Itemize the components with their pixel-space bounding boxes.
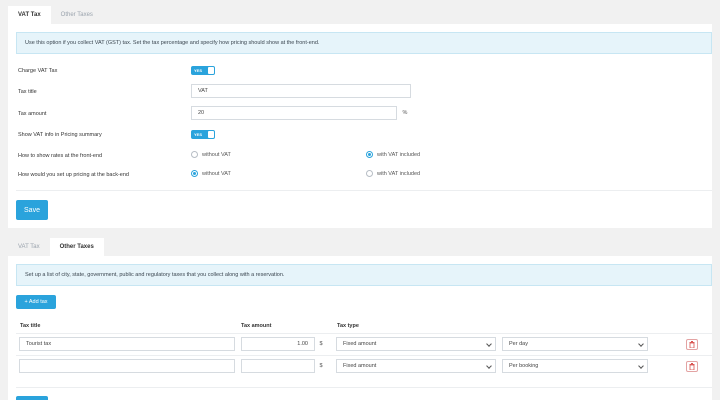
tax-row-amount-input[interactable]: 1.00 [241,337,315,351]
show-vat-info-toggle-text: YES [194,132,203,137]
tax-amount-input[interactable]: 20 [191,106,397,120]
table-header-divider [16,333,712,334]
tax-title-input[interactable]: VAT [191,84,411,98]
radio-button-checked[interactable] [366,151,373,158]
divider [16,190,712,191]
front-end-label: How to show rates at the front-end [18,153,103,159]
tax-type-value: Fixed amount [343,341,377,347]
chevron-down-icon [486,341,492,347]
tax-period-value: Per booking [509,363,539,369]
tab-vat-tax[interactable]: VAT Tax [8,6,51,24]
trash-icon [689,341,695,348]
column-tax-title: Tax title [20,323,41,329]
add-tax-button[interactable]: + Add tax [16,295,56,309]
tax-row-title-input[interactable] [19,359,235,373]
show-vat-info-toggle[interactable]: YES [191,130,215,139]
delete-tax-button[interactable] [686,339,698,350]
column-tax-amount: Tax amount [241,323,272,329]
back-end-label: How would you set up pricing at the back… [18,172,129,178]
tax-type-value: Fixed amount [343,363,377,369]
front-end-option-with-vat[interactable]: with VAT included [366,151,420,158]
back-end-option-without-vat[interactable]: without VAT [191,170,231,177]
tax-amount-label: Tax amount [18,111,47,117]
radio-label: with VAT included [377,151,421,158]
charge-vat-toggle[interactable]: YES [191,66,215,75]
tax-row-title-input[interactable]: Tourist tax [19,337,235,351]
chevron-down-icon [638,341,644,347]
charge-vat-label: Charge VAT Tax [18,68,58,74]
save-button-partial[interactable] [16,396,48,400]
radio-button-checked[interactable] [191,170,198,177]
radio-label: without VAT [202,151,231,158]
toggle-knob [208,131,214,138]
tab-other-taxes[interactable]: Other Taxes [49,238,104,256]
radio-button[interactable] [191,151,198,158]
other-taxes-panel: Set up a list of city, state, government… [8,256,712,400]
toggle-knob [208,67,214,74]
tab-other-taxes[interactable]: Other Taxes [51,6,103,24]
radio-label: without VAT [202,170,231,177]
back-end-option-with-vat[interactable]: with VAT included [366,170,420,177]
tax-type-select[interactable]: Fixed amount [336,359,496,373]
row-divider [16,387,712,388]
tax-period-value: Per day [509,341,528,347]
save-button[interactable]: Save [16,200,48,220]
tab-vat-tax[interactable]: VAT Tax [8,238,50,256]
currency-suffix: $ [319,363,323,369]
chevron-down-icon [486,363,492,369]
radio-label: with VAT included [377,170,421,177]
other-tabs: VAT Tax Other Taxes [8,238,104,256]
vat-panel: Use this option if you collect VAT (GST)… [8,24,712,228]
column-tax-type: Tax type [337,323,359,329]
tax-period-select[interactable]: Per day [502,337,648,351]
charge-vat-toggle-text: YES [194,68,203,73]
currency-suffix: $ [319,341,323,347]
vat-info-box: Use this option if you collect VAT (GST)… [16,32,712,54]
tax-period-select[interactable]: Per booking [502,359,648,373]
front-end-option-without-vat[interactable]: without VAT [191,151,231,158]
radio-button[interactable] [366,170,373,177]
show-vat-info-label: Show VAT info in Pricing summary [18,132,102,138]
other-taxes-info-box: Set up a list of city, state, government… [16,264,712,286]
tax-title-label: Tax title [18,89,37,95]
percent-suffix: % [402,110,408,116]
tax-row-amount-input[interactable] [241,359,315,373]
trash-icon [689,363,695,370]
delete-tax-button[interactable] [686,361,698,372]
vat-tabs: VAT Tax Other Taxes [8,6,103,24]
chevron-down-icon [638,363,644,369]
tax-type-select[interactable]: Fixed amount [336,337,496,351]
row-divider [16,355,712,356]
